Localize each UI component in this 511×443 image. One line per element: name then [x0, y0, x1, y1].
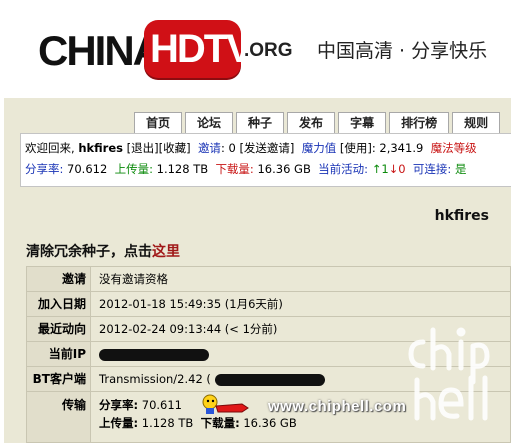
uploaded-value: 1.128 TB [152, 162, 209, 176]
main-nav: 首页 论坛 种子 发布 字幕 排行榜 规则 [134, 112, 503, 134]
transfer-down-value: 16.36 GB [239, 416, 297, 430]
bonus-extra[interactable]: 魔法等级 [431, 141, 477, 155]
ip-row-label: 当前IP [27, 342, 91, 366]
joined-row-label: 加入日期 [27, 292, 91, 316]
tab-home[interactable]: 首页 [134, 112, 183, 133]
transfer-up-label: 上传量: [99, 416, 139, 430]
downloaded-label: 下载量: [215, 162, 254, 176]
watermark-url: www.chiphell.com [268, 398, 407, 415]
joined-row-value: 2012-01-18 15:49:35 (1月6天前) [99, 297, 283, 311]
favorites-link[interactable]: [收藏] [159, 141, 191, 155]
info-line-1: 欢迎回来, hkfires [退出][收藏] 邀请: 0 [发送邀请] 魔力值 … [25, 140, 477, 156]
info-line-2: 分享率: 70.612 上传量: 1.128 TB 下载量: 16.36 GB … [25, 161, 466, 177]
tab-rules[interactable]: 规则 [452, 112, 501, 133]
last-action-row-value: 2012-02-24 09:13:44 (< 1分前) [99, 322, 278, 336]
active-label: 当前活动: [318, 162, 369, 176]
redaction-mark [214, 373, 325, 386]
profile-username: hkfires [434, 208, 489, 224]
site-slogan: 中国高清 · 分享快乐 [317, 40, 488, 62]
bonus-value[interactable]: [使用]: 2,341.9 [336, 141, 423, 155]
redaction-mark [99, 348, 209, 361]
logo-org-text: .ORG [244, 40, 293, 61]
user-info-bar: 欢迎回来, hkfires [退出][收藏] 邀请: 0 [发送邀请] 魔力值 … [20, 133, 511, 187]
site-header: CHINA HDTV .ORG 中国高清 · 分享快乐 [0, 0, 511, 98]
transfer-ratio-label: 分享率: [99, 398, 139, 412]
table-row: 邀请 没有邀请资格 [26, 266, 511, 291]
connectable-value: 是 [454, 162, 467, 176]
downloaded-value: 16.36 GB [253, 162, 311, 176]
cleanup-text: 清除冗余种子，点击 [26, 244, 152, 260]
cleanup-link[interactable]: 这里 [152, 244, 180, 260]
logo-hdtv-badge[interactable]: HDTV [144, 20, 253, 78]
transfer-ratio-value: 70.611 [138, 398, 183, 412]
active-up-count: ↑1 [371, 162, 389, 176]
ratio-label: 分享率: [25, 162, 64, 176]
last-action-row-label: 最近动向 [27, 317, 91, 341]
cleanup-notice: 清除冗余种子，点击这里 [26, 241, 180, 261]
uploaded-label: 上传量: [114, 162, 153, 176]
bt-client-row-value: Transmission/2.42 ( [99, 367, 325, 391]
invite-row-value: 没有邀请资格 [99, 272, 168, 286]
tab-subtitles[interactable]: 字幕 [338, 112, 387, 133]
transfer-down-label: 下载量: [200, 416, 240, 430]
tab-torrents[interactable]: 种子 [236, 112, 285, 133]
transfer-row-label: 传输 [27, 392, 91, 442]
ip-row-value [99, 342, 209, 366]
logout-link[interactable]: [退出] [127, 141, 159, 155]
active-down-count: ↓0 [388, 162, 406, 176]
table-row: 加入日期 2012-01-18 15:49:35 (1月6天前) [26, 291, 511, 316]
invites-label: 邀请 [197, 141, 221, 155]
bonus-label: 魔力值 [301, 141, 337, 155]
logo-hdtv-text: HDTV [150, 27, 253, 71]
flying-mascot-icon [202, 394, 249, 414]
bt-client-text: Transmission/2.42 ( [99, 372, 211, 386]
bt-client-row-label: BT客户端 [27, 367, 91, 391]
ratio-value: 70.612 [63, 162, 108, 176]
chiphell-watermark-logo [408, 327, 490, 421]
tab-upload[interactable]: 发布 [287, 112, 336, 133]
tab-forum[interactable]: 论坛 [185, 112, 234, 133]
invites-value[interactable]: : 0 [发送邀请] [221, 141, 294, 155]
logo-china-text[interactable]: CHINA [38, 28, 163, 74]
connectable-label: 可连接: [412, 162, 452, 176]
welcome-text: 欢迎回来, [25, 141, 79, 155]
tab-rankings[interactable]: 排行榜 [389, 112, 450, 133]
invite-row-label: 邀请 [27, 267, 91, 291]
user-link[interactable]: hkfires [78, 141, 123, 155]
transfer-up-value: 1.128 TB [138, 416, 194, 430]
